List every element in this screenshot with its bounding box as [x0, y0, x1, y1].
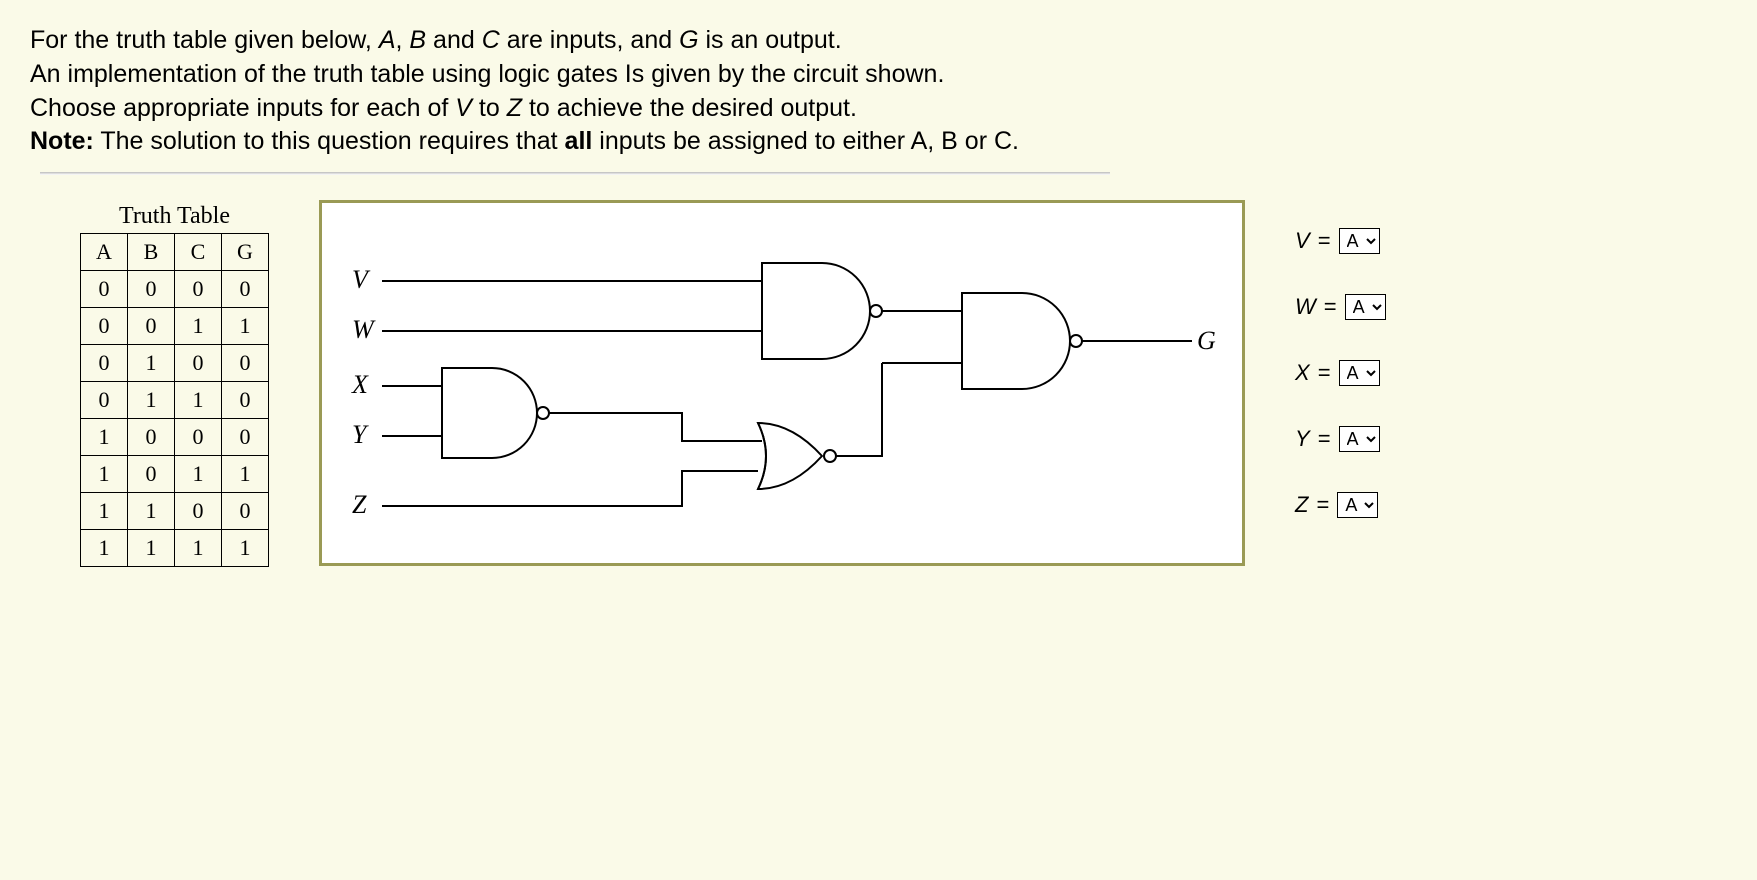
- answer-row-v: V = A B C: [1295, 228, 1386, 254]
- col-a: A: [81, 234, 128, 271]
- col-b: B: [128, 234, 175, 271]
- truth-table-block: Truth Table A B C G 0000 0011 0100 0110 …: [80, 200, 269, 567]
- table-row: 0011: [81, 308, 269, 345]
- table-row: 0110: [81, 382, 269, 419]
- equals: =: [1318, 360, 1331, 386]
- table-row: 0100: [81, 345, 269, 382]
- answer-row-y: Y = A B C: [1295, 426, 1386, 452]
- input-label-w: W: [352, 315, 376, 344]
- answer-label: X: [1295, 360, 1310, 386]
- question-text: For the truth table given below, A, B an…: [0, 0, 1757, 171]
- circuit-diagram: .wire{stroke:#000;stroke-width:2;fill:no…: [319, 200, 1245, 566]
- col-g: G: [222, 234, 269, 271]
- answer-column: V = A B C W = A B C X =: [1295, 200, 1386, 518]
- answer-row-z: Z = A B C: [1295, 492, 1386, 518]
- table-row: 1000: [81, 419, 269, 456]
- select-x[interactable]: A B C: [1339, 360, 1380, 386]
- table-row: 1111: [81, 530, 269, 567]
- circuit-svg: .wire{stroke:#000;stroke-width:2;fill:no…: [322, 203, 1242, 563]
- table-row: 0000: [81, 271, 269, 308]
- input-label-y: Y: [352, 420, 369, 449]
- answer-label: W: [1295, 294, 1316, 320]
- select-w[interactable]: A B C: [1345, 294, 1386, 320]
- truth-table-caption: Truth Table: [80, 200, 269, 233]
- table-row: 1011: [81, 456, 269, 493]
- answer-label: Y: [1295, 426, 1310, 452]
- table-row: 1100: [81, 493, 269, 530]
- answer-label: V: [1295, 228, 1310, 254]
- output-label-g: G: [1197, 326, 1216, 355]
- input-label-v: V: [352, 265, 371, 294]
- select-v[interactable]: A B C: [1339, 228, 1380, 254]
- select-y[interactable]: A B C: [1339, 426, 1380, 452]
- input-label-x: X: [351, 370, 369, 399]
- truth-table: A B C G 0000 0011 0100 0110 1000 1011 11…: [80, 233, 269, 567]
- equals: =: [1324, 294, 1337, 320]
- equals: =: [1318, 228, 1331, 254]
- answer-label: Z: [1295, 492, 1308, 518]
- divider: [40, 172, 1110, 175]
- equals: =: [1316, 492, 1329, 518]
- select-z[interactable]: A B C: [1337, 492, 1378, 518]
- col-c: C: [175, 234, 222, 271]
- answer-row-w: W = A B C: [1295, 294, 1386, 320]
- input-label-z: Z: [352, 490, 367, 519]
- equals: =: [1318, 426, 1331, 452]
- answer-row-x: X = A B C: [1295, 360, 1386, 386]
